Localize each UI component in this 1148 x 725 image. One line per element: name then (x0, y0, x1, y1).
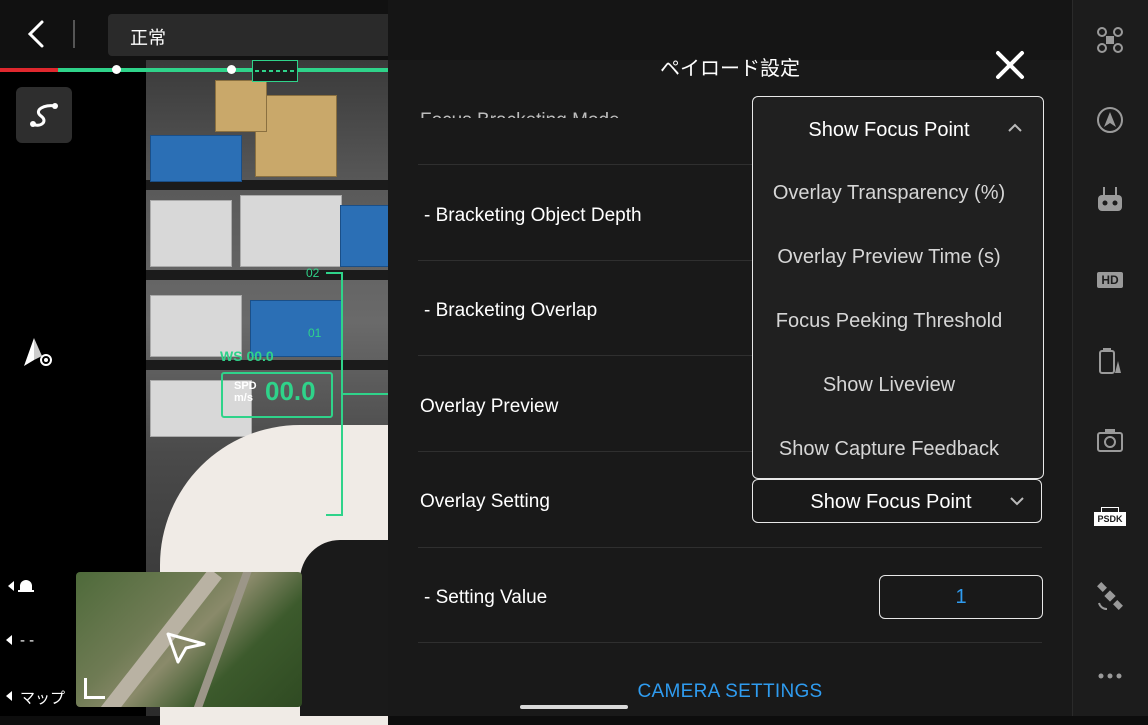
dark-object (300, 540, 388, 716)
hd-icon[interactable]: HD (1094, 264, 1126, 296)
divider (73, 20, 75, 48)
storage-box (150, 200, 232, 267)
bracketing-object-depth-label: - Bracketing Object Depth (424, 205, 642, 226)
camera-icon-glyph (1097, 429, 1123, 452)
altitude-pointer (343, 393, 388, 395)
drone-icon-glyph (1097, 27, 1123, 53)
progress-marker (227, 65, 236, 74)
more-icon[interactable] (1094, 660, 1126, 692)
remote-controller-icon (1098, 187, 1122, 211)
chevron-down-icon (1010, 497, 1024, 506)
dropdown-option[interactable]: Overlay Transparency (%) (753, 182, 1025, 205)
route-tool-button[interactable] (16, 87, 72, 143)
overlay-setting-label: Overlay Setting (420, 491, 550, 512)
dropdown-option[interactable]: Show Capture Feedback (753, 438, 1025, 461)
hd-badge: HD (1097, 272, 1123, 288)
autopilot-icon[interactable] (1094, 104, 1126, 136)
psdk-badge: PSDK (1094, 511, 1126, 526)
more-dots-icon (1098, 673, 1122, 679)
setting-value-text: 1 (955, 586, 967, 608)
overlay-setting-selected: Show Focus Point (810, 491, 972, 513)
speed-label-top: SPD (234, 380, 257, 392)
drone-icon[interactable] (1094, 24, 1126, 56)
camera-settings-link[interactable]: CAMERA SETTINGS (630, 681, 830, 703)
navigation-view-icon[interactable] (20, 336, 56, 370)
row-divider (418, 642, 1042, 643)
cardboard-box (255, 95, 337, 177)
wind-speed: WS 00.0 (220, 348, 274, 364)
camera-icon[interactable] (1094, 424, 1126, 456)
focus-bracketing-dropdown[interactable]: Show Focus Point Overlay Transparency (%… (752, 96, 1044, 479)
satellite-icon-glyph (1097, 582, 1123, 610)
psdk-icon[interactable]: PSDK (1094, 500, 1126, 532)
progress-red (0, 68, 58, 72)
dropdown-option[interactable]: Focus Peeking Threshold (753, 310, 1025, 333)
shelf (146, 270, 388, 280)
autopilot-icon-glyph (1097, 107, 1123, 133)
storage-box (240, 195, 342, 267)
altitude-tick (326, 272, 342, 274)
setting-value-label: - Setting Value (424, 587, 548, 608)
back-button[interactable] (22, 16, 52, 52)
speed-value: 00.0 (265, 376, 316, 406)
alert-bell-icon[interactable] (4, 576, 44, 596)
dropdown-option[interactable]: Overlay Preview Time (s) (753, 246, 1025, 269)
background-topbar (388, 0, 1072, 60)
dropdown-header[interactable]: Show Focus Point (753, 97, 1043, 161)
home-indicator[interactable] (520, 705, 628, 709)
progress-marker (112, 65, 121, 74)
overlay-setting-select[interactable]: Show Focus Point (752, 479, 1042, 523)
battery-icon-glyph (1099, 348, 1121, 374)
modal-title: ペイロード設定 (660, 58, 800, 80)
chevron-up-icon (1008, 123, 1022, 132)
home-marker-icon (255, 70, 295, 72)
controller-icon[interactable] (1094, 184, 1126, 216)
setting-value-input[interactable]: 1 (879, 575, 1043, 619)
satellite-icon[interactable] (1094, 580, 1126, 612)
dropdown-option[interactable]: Show Liveview (753, 374, 1025, 397)
storage-box (150, 135, 242, 182)
speed-label: SPD m/s (234, 380, 257, 404)
speed-label-unit: m/s (234, 392, 253, 404)
psdk-glyph: PSDK (1094, 506, 1126, 526)
close-icon[interactable] (992, 48, 1028, 82)
cardboard-box (215, 80, 267, 132)
map-label[interactable]: マップ (20, 687, 65, 708)
storage-box (340, 205, 390, 267)
aircraft-position-icon (166, 632, 206, 664)
overlay-preview-label: Overlay Preview (420, 396, 559, 417)
flight-status-text: 正常 (130, 28, 166, 48)
row-divider (418, 547, 1042, 548)
map-expand-icon[interactable] (84, 678, 105, 699)
dashes-label: - - (20, 632, 35, 649)
chevron-left-icon (27, 20, 44, 48)
collapse-arrow-icon[interactable] (4, 632, 14, 648)
altitude-tick (326, 514, 342, 516)
altitude-tick-label: 01 (308, 326, 322, 340)
bracketing-overlap-label: - Bracketing Overlap (424, 300, 598, 321)
collapse-arrow-icon[interactable] (4, 688, 14, 704)
altitude-tick-label: 02 (306, 266, 320, 280)
row-clip: Focus Bracketing Mode (418, 96, 748, 118)
home-marker (252, 60, 298, 82)
focus-bracketing-mode-label: Focus Bracketing Mode (420, 110, 620, 118)
dropdown-selected-value: Show Focus Point (808, 119, 970, 141)
progress-green (58, 68, 388, 72)
battery-icon[interactable] (1094, 344, 1126, 376)
route-icon (30, 103, 58, 127)
